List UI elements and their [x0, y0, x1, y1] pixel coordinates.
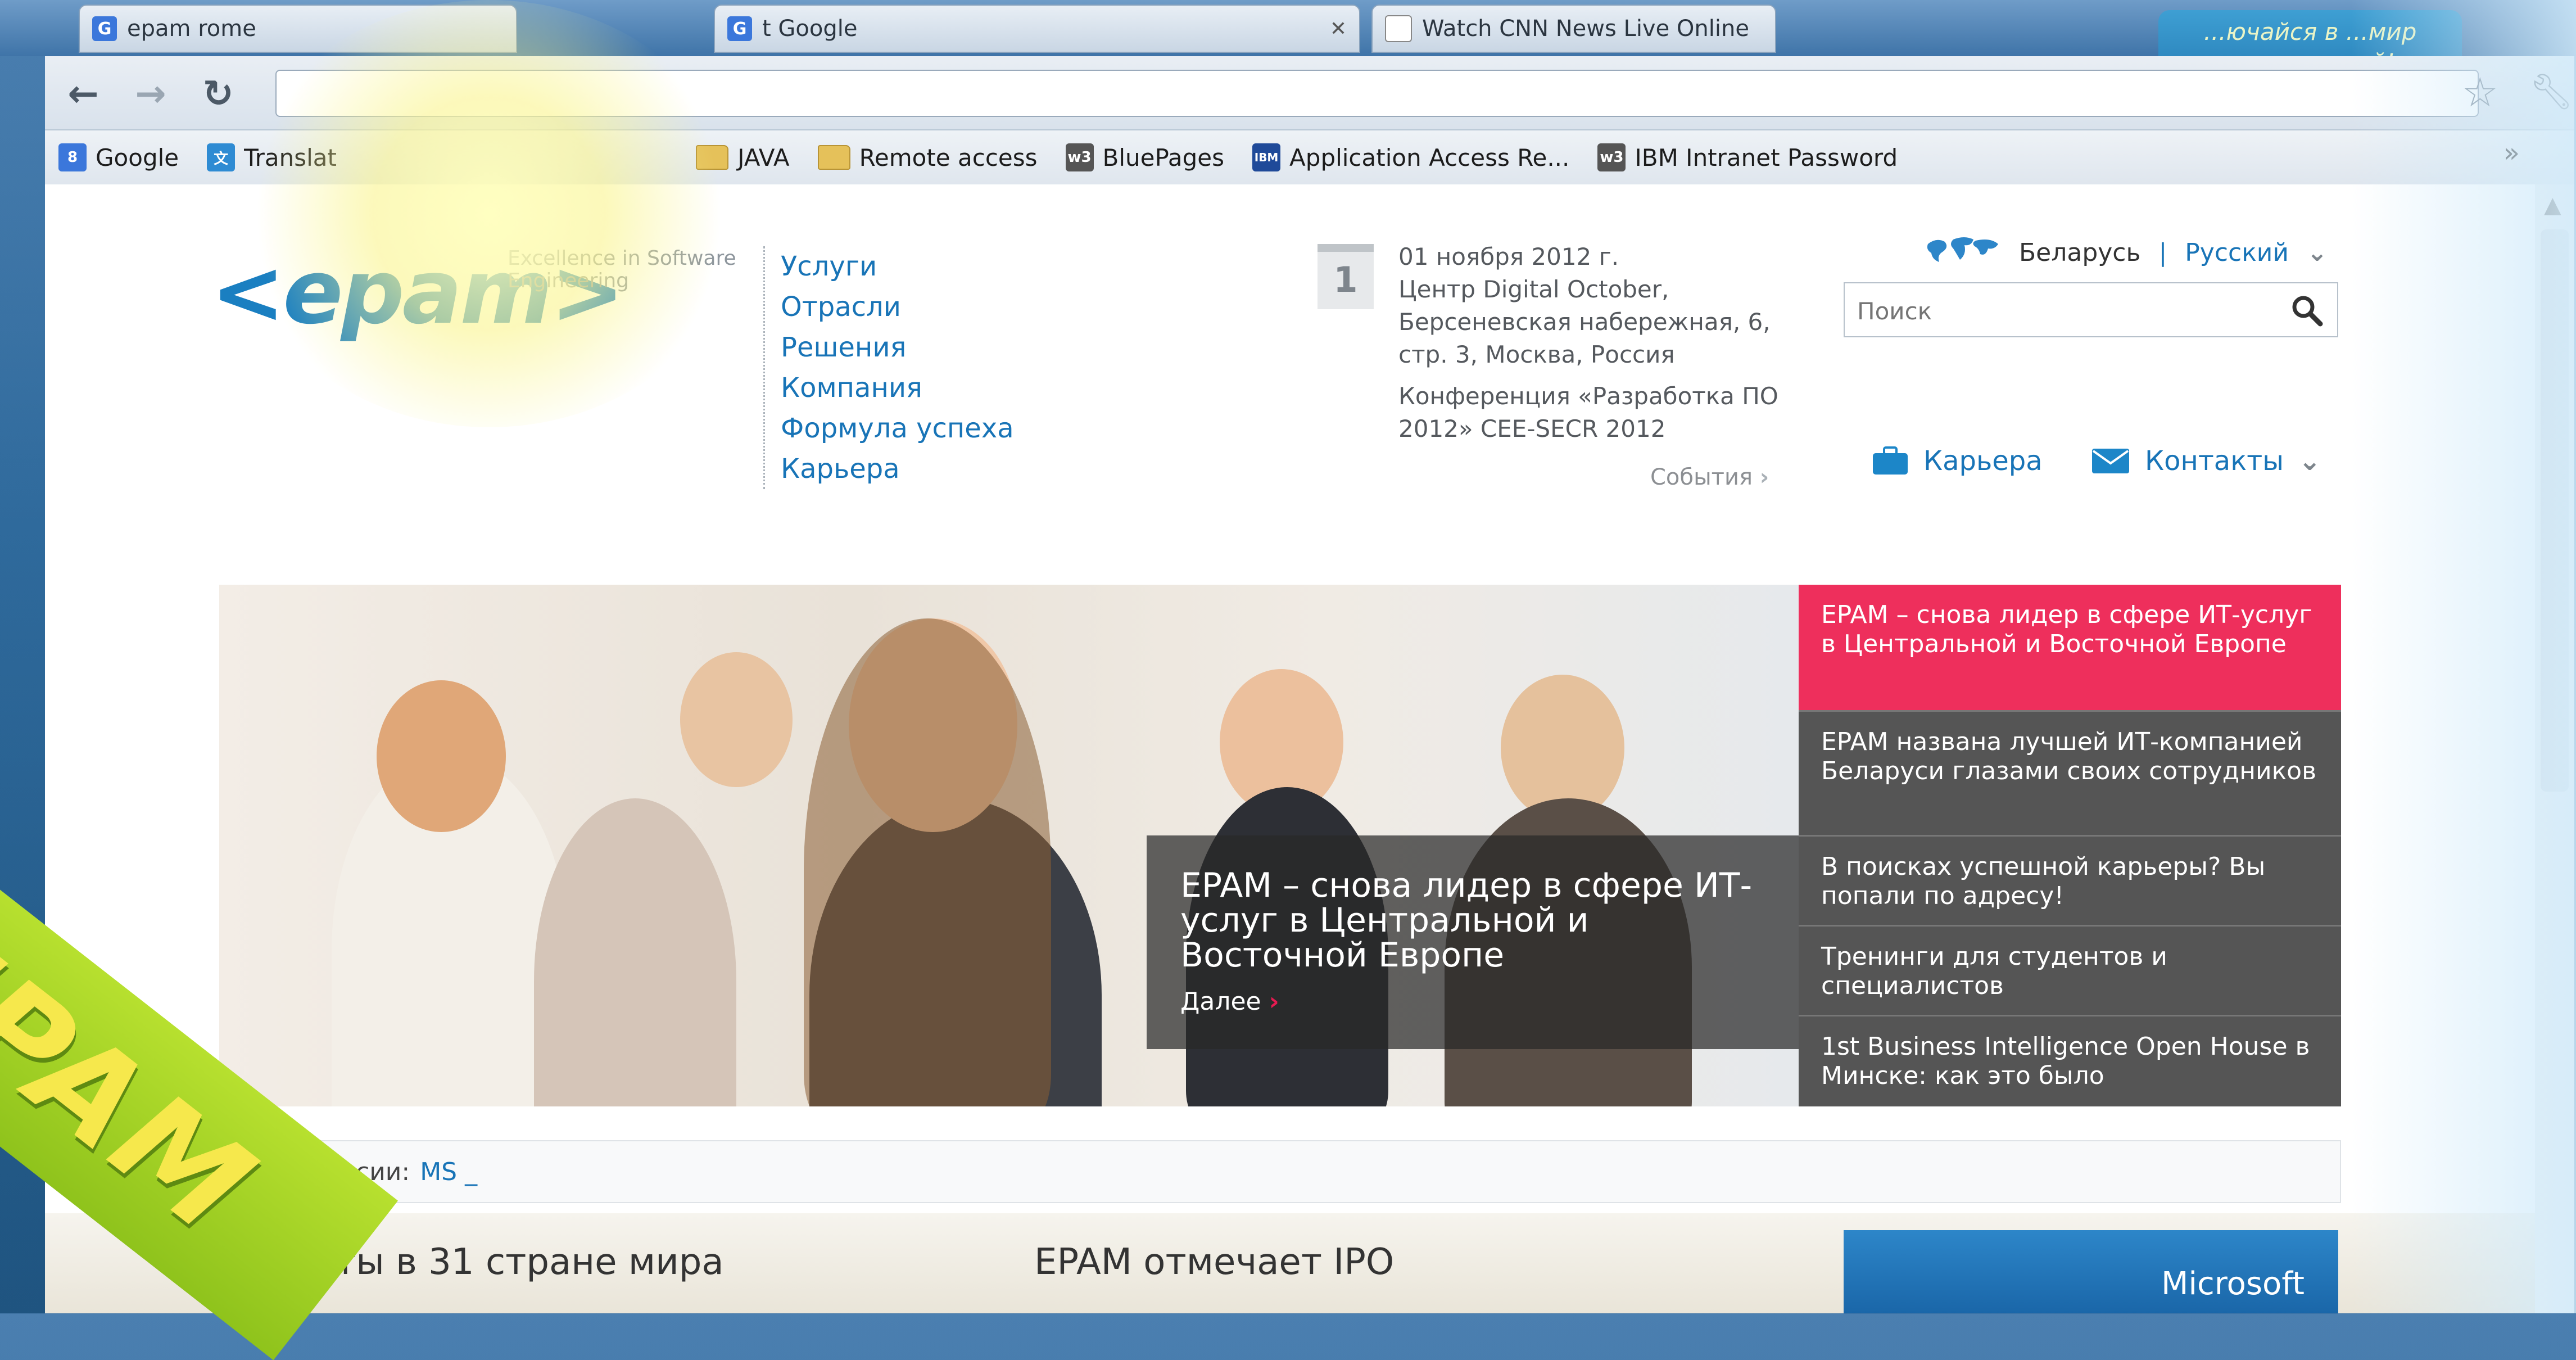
- hero-title: EPAM – снова лидер в сфере ИТ-услуг в Це…: [1180, 866, 1753, 975]
- region-selector: Беларусь | Русский ⌄: [1922, 233, 2328, 272]
- chevron-down-icon[interactable]: ⌄: [2298, 445, 2321, 477]
- nav-item-solutions[interactable]: Решения: [781, 327, 1014, 368]
- web-page: <epam> Excellence in Software Engineerin…: [45, 184, 2574, 1313]
- news-item[interactable]: Тренинги для студентов и специалистов: [1799, 927, 2341, 1016]
- news-list: EPAM – снова лидер в сфере ИТ-услуг в Це…: [1799, 585, 2341, 1106]
- news-item[interactable]: EPAM – снова лидер в сфере ИТ-услуг в Це…: [1799, 585, 2341, 712]
- vacancies-ticker: ые вакансии: MS _: [219, 1140, 2341, 1203]
- reload-icon[interactable]: ↻: [197, 72, 239, 115]
- bookmark-label: Google: [96, 143, 179, 171]
- translate-icon: 文: [207, 143, 236, 171]
- hero-photo-person: [377, 680, 506, 832]
- tab-google[interactable]: G t Google ✕: [714, 4, 1360, 53]
- ticker-link[interactable]: MS _: [420, 1158, 477, 1186]
- scrollbar[interactable]: ▲: [2535, 184, 2574, 1313]
- bookmark-label: BluePages: [1102, 143, 1225, 171]
- w3-icon: w3: [1597, 143, 1626, 171]
- hero-more-link[interactable]: Далее ›: [1180, 987, 1765, 1016]
- event-date: 01 ноября 2012 г.: [1398, 243, 1619, 270]
- scroll-up-arrow-icon[interactable]: ▲: [2544, 192, 2561, 218]
- ipo-heading[interactable]: EPAM отмечает IPO: [1034, 1241, 1394, 1283]
- hero-photo-person: [534, 798, 736, 1106]
- chevron-right-icon: ›: [1269, 987, 1279, 1016]
- bookmark-label: JAVA: [737, 143, 790, 171]
- main-nav: Услуги Отрасли Решения Компания Формула …: [763, 246, 1014, 489]
- hero-banner[interactable]: EPAM – снова лидер в сфере ИТ-услуг в Це…: [219, 585, 1799, 1106]
- envelope-icon: [2092, 449, 2129, 473]
- bookmark-label: Application Access Re...: [1289, 143, 1570, 171]
- bookmarks-bar: 8 Google 文 Translat JAVA Remote access w…: [45, 130, 2574, 184]
- careers-link[interactable]: Карьера: [1872, 445, 2043, 477]
- bookmark-translate[interactable]: 文 Translat: [207, 143, 668, 171]
- browser-toolbar: ← → ↻ ☆ 🔧︎: [45, 56, 2574, 130]
- microsoft-banner[interactable]: Microsoft: [1844, 1230, 2338, 1313]
- calendar-day: 1: [1333, 259, 1358, 300]
- contacts-link[interactable]: Контакты ⌄: [2091, 445, 2321, 477]
- event-location: Центр Digital October, Берсеневская набе…: [1398, 275, 1771, 368]
- nav-item-careers[interactable]: Карьера: [781, 449, 1014, 489]
- bookmark-label: IBM Intranet Password: [1635, 143, 1898, 171]
- google-icon: 8: [58, 143, 87, 171]
- tab-epam[interactable]: G epam rome: [79, 4, 517, 53]
- ibm-icon: IBM: [1252, 143, 1281, 171]
- tab-title: epam rome: [127, 16, 256, 42]
- logo-tagline: Excellence in Software Engineering: [508, 247, 736, 292]
- briefcase-icon: [1873, 446, 1908, 475]
- scroll-thumb[interactable]: [2541, 229, 2569, 792]
- careers-label: Карьера: [1923, 445, 2043, 477]
- search-box: [1844, 282, 2338, 337]
- w3-icon: w3: [1065, 143, 1094, 171]
- bookmark-remote-access[interactable]: Remote access: [817, 143, 1038, 171]
- hero-photo-person: [680, 652, 793, 787]
- events-link-label: События: [1650, 464, 1753, 490]
- bookmark-ibm-intranet[interactable]: w3 IBM Intranet Password: [1597, 143, 1898, 171]
- search-input[interactable]: [1856, 293, 2285, 328]
- bookmark-google[interactable]: 8 Google: [58, 143, 179, 171]
- bookmark-java[interactable]: JAVA: [696, 143, 790, 171]
- folder-icon: [696, 145, 729, 170]
- bookmarks-more-button[interactable]: »: [2503, 137, 2520, 169]
- events-link[interactable]: События ›: [1650, 464, 1769, 490]
- wrench-icon[interactable]: 🔧︎: [2529, 71, 2574, 112]
- nav-item-industries[interactable]: Отрасли: [781, 287, 1014, 327]
- nav-item-success-formula[interactable]: Формула успеха: [781, 408, 1014, 449]
- chevron-down-icon[interactable]: ⌄: [2307, 238, 2328, 267]
- world-map-icon: [1927, 237, 1998, 262]
- page-favicon-icon: [1385, 15, 1412, 42]
- region-separator: |: [2158, 238, 2167, 267]
- bookmark-label: Translat: [244, 143, 337, 171]
- bookmark-label: Remote access: [859, 143, 1038, 171]
- contacts-label: Контакты: [2145, 445, 2284, 477]
- chevron-right-icon: ›: [1759, 464, 1769, 490]
- nav-item-company[interactable]: Компания: [781, 368, 1014, 408]
- hero-photo-person: [804, 618, 1051, 1106]
- calendar-icon: 1: [1318, 244, 1374, 309]
- folder-icon: [817, 145, 850, 170]
- bookmark-application-access[interactable]: IBM Application Access Re...: [1252, 143, 1569, 171]
- google-favicon-icon: G: [92, 16, 117, 41]
- news-item[interactable]: В поисках успешной карьеры? Вы попали по…: [1799, 837, 2341, 927]
- country-label[interactable]: Беларусь: [2019, 238, 2140, 267]
- tab-title: t Google: [762, 16, 858, 42]
- news-item[interactable]: 1st Business Intelligence Open House в М…: [1799, 1016, 2341, 1106]
- search-icon[interactable]: [2289, 292, 2325, 328]
- close-tab-icon[interactable]: ✕: [1330, 17, 1347, 40]
- google-favicon-icon: G: [727, 16, 752, 41]
- microsoft-logo: Microsoft: [2161, 1266, 2305, 1302]
- address-bar[interactable]: [275, 70, 2479, 117]
- back-arrow-icon[interactable]: ←: [62, 72, 105, 115]
- language-dropdown[interactable]: Русский: [2185, 238, 2289, 267]
- nav-item-services[interactable]: Услуги: [781, 246, 1014, 287]
- news-item[interactable]: EPAM названа лучшей ИТ-компанией Беларус…: [1799, 712, 2341, 837]
- event-title[interactable]: Конференция «Разработка ПО 2012» CEE-SEC…: [1398, 380, 1814, 445]
- hero-more-label: Далее: [1180, 987, 1261, 1016]
- event-block: 01 ноября 2012 г. Центр Digital October,…: [1398, 241, 1814, 445]
- tab-title: Watch CNN News Live Online: [1422, 16, 1749, 42]
- bookmark-bluepages[interactable]: w3 BluePages: [1065, 143, 1225, 171]
- forward-arrow-icon[interactable]: →: [129, 72, 172, 115]
- tab-cnn[interactable]: Watch CNN News Live Online: [1371, 4, 1776, 53]
- bookmark-star-icon[interactable]: ☆: [2462, 69, 2498, 116]
- hero-caption: EPAM – снова лидер в сфере ИТ-услуг в Це…: [1147, 835, 1799, 1049]
